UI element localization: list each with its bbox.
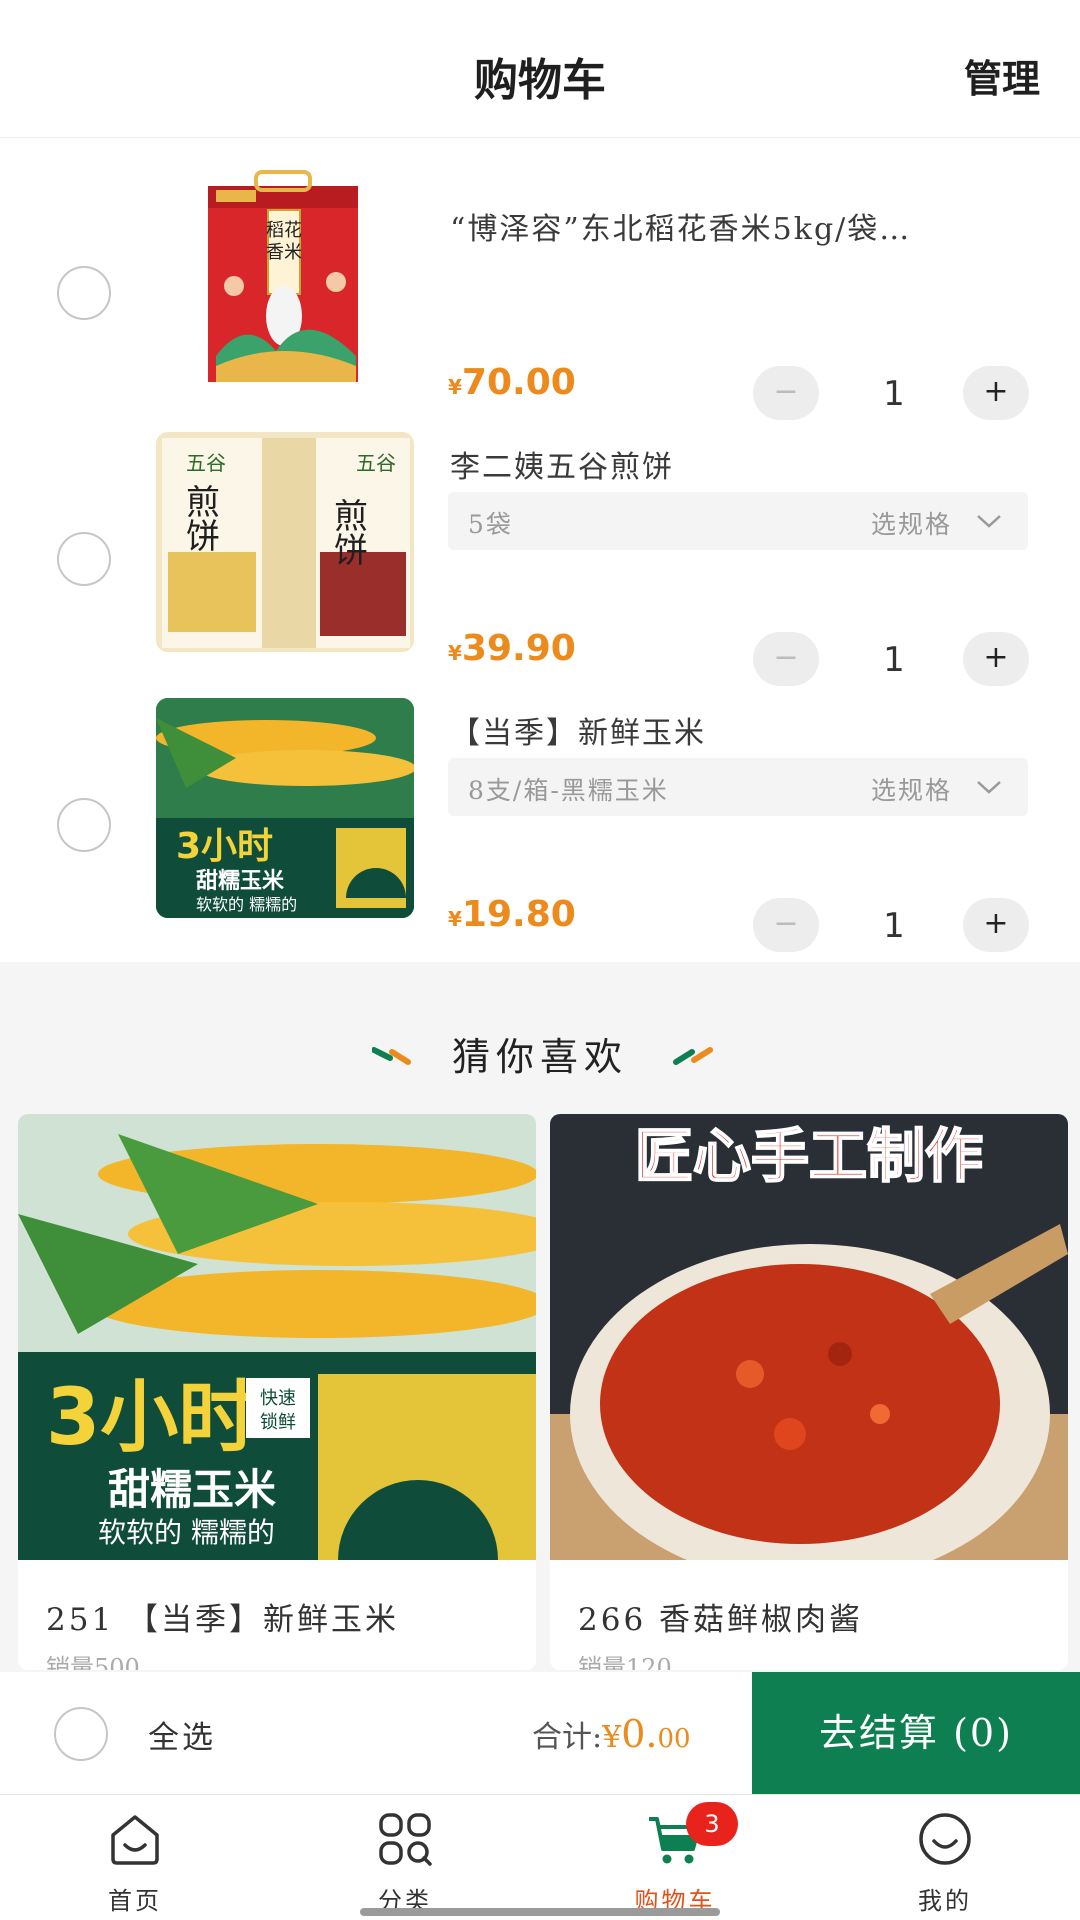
cart-item: 3小时 甜糯玉米 软软的 糯糯的 【当季】新鲜玉米 8支/箱-黑糯玉米 选规格 … — [0, 698, 1080, 964]
tab-label: 我的 — [918, 1887, 972, 1915]
svg-text:五谷: 五谷 — [186, 451, 226, 475]
corn-box-image[interactable]: 3小时 甜糯玉米 软软的 糯糯的 — [156, 698, 414, 918]
select-spec-label: 选规格 — [870, 510, 952, 539]
quantity-value[interactable]: 1 — [864, 906, 924, 946]
chili-sauce-image: 匠心手工制作 — [550, 1114, 1068, 1560]
svg-text:五谷: 五谷 — [356, 451, 396, 475]
svg-text:香米: 香米 — [266, 242, 302, 263]
tab-cart[interactable]: 购物车 — [540, 1795, 810, 1920]
manage-button[interactable]: 管理 — [964, 48, 1040, 103]
product-name: 251 【当季】新鲜玉米 — [46, 1602, 400, 1638]
bottom-tab-bar: 首页 分类 购物车 我的 — [0, 1794, 1080, 1920]
rice-bag-image[interactable]: 稻花 香米 — [156, 166, 414, 386]
chevron-down-icon — [977, 515, 1001, 528]
product-sales: 销量120 — [578, 1654, 672, 1670]
category-icon — [379, 1813, 432, 1866]
svg-text:饼: 饼 — [186, 517, 220, 557]
item-title[interactable]: 【当季】新鲜玉米 — [450, 708, 1030, 752]
spec-selector[interactable]: 5袋 选规格 — [448, 492, 1028, 550]
cart-item: 五谷 煎 饼 五谷 煎 饼 李二姨五谷煎饼 5袋 选规格 ¥39.90 − 1 … — [0, 432, 1080, 698]
item-title[interactable]: 李二姨五谷煎饼 — [450, 442, 1030, 486]
decor-stripes-icon — [673, 1047, 713, 1065]
cart-item: 稻花 香米 “博泽容”东北稻花香米5kg/袋… ¥70.00 − 1 + — [0, 166, 1080, 432]
header-bar: 购物车 管理 — [0, 0, 1080, 138]
home-indicator — [360, 1908, 720, 1916]
item-price: ¥19.80 — [448, 894, 576, 935]
increase-qty-button[interactable]: + — [963, 632, 1029, 686]
cart-count-badge: 3 — [686, 1802, 738, 1846]
checkout-button[interactable]: 去结算 (0) — [752, 1672, 1080, 1794]
spec-selector[interactable]: 8支/箱-黑糯玉米 选规格 — [448, 758, 1028, 816]
spec-value: 8支/箱-黑糯玉米 — [468, 776, 669, 805]
product-card[interactable]: 匠心手工制作 266 香菇鲜椒肉酱 销量120 — [550, 1114, 1068, 1670]
increase-qty-button[interactable]: + — [963, 366, 1029, 420]
svg-text:甜糯玉米: 甜糯玉米 — [108, 1465, 276, 1514]
svg-text:3小时: 3小时 — [46, 1373, 256, 1463]
item-select-radio[interactable] — [57, 266, 111, 320]
quantity-value[interactable]: 1 — [864, 640, 924, 680]
total-amount: 合计:¥0.00 — [532, 1712, 691, 1756]
select-all-radio[interactable] — [54, 1707, 108, 1761]
svg-text:快速: 快速 — [260, 1388, 296, 1409]
item-select-radio[interactable] — [57, 798, 111, 852]
home-icon — [111, 1815, 159, 1865]
increase-qty-button[interactable]: + — [963, 898, 1029, 952]
svg-text:锁鲜: 锁鲜 — [260, 1412, 296, 1433]
svg-text:甜糯玉米: 甜糯玉米 — [196, 868, 285, 894]
tab-home[interactable]: 首页 — [0, 1795, 270, 1920]
cart-list: 稻花 香米 “博泽容”东北稻花香米5kg/袋… ¥70.00 − 1 + 五谷 … — [0, 138, 1080, 962]
recommend-section: 猜你喜欢 3小时 快速 锁鲜 甜糯玉米 软软的 糯糯的 251 【当季】新鲜玉米… — [0, 962, 1080, 1672]
page-title: 购物车 — [474, 55, 606, 106]
tab-profile[interactable]: 我的 — [810, 1795, 1080, 1920]
select-all-label[interactable]: 全选 — [148, 1712, 216, 1757]
product-sales: 销量500 — [46, 1654, 140, 1670]
svg-text:软软的 糯糯的: 软软的 糯糯的 — [196, 895, 297, 914]
spec-value: 5袋 — [468, 510, 513, 539]
checkout-bar: 全选 合计:¥0.00 去结算 (0) — [0, 1672, 1080, 1794]
recommend-header: 猜你喜欢 — [0, 1026, 1080, 1086]
item-title[interactable]: “博泽容”东北稻花香米5kg/袋… — [450, 204, 1030, 248]
profile-icon — [919, 1813, 971, 1865]
select-spec-label: 选规格 — [870, 776, 952, 805]
tab-category[interactable]: 分类 — [270, 1795, 540, 1920]
product-card[interactable]: 3小时 快速 锁鲜 甜糯玉米 软软的 糯糯的 251 【当季】新鲜玉米 销量50… — [18, 1114, 536, 1670]
svg-text:匠心手工制作: 匠心手工制作 — [635, 1122, 983, 1190]
svg-text:3小时: 3小时 — [176, 826, 273, 867]
tab-label: 首页 — [108, 1887, 162, 1915]
recommend-title: 猜你喜欢 — [451, 1035, 628, 1079]
svg-text:稻花: 稻花 — [266, 220, 302, 241]
item-select-radio[interactable] — [57, 532, 111, 586]
decrease-qty-button[interactable]: − — [753, 366, 819, 420]
product-name: 266 香菇鲜椒肉酱 — [578, 1602, 864, 1638]
corn-box-image: 3小时 快速 锁鲜 甜糯玉米 软软的 糯糯的 — [18, 1114, 536, 1560]
pancake-packs-image[interactable]: 五谷 煎 饼 五谷 煎 饼 — [156, 432, 414, 652]
chevron-down-icon — [977, 781, 1001, 794]
quantity-value[interactable]: 1 — [864, 374, 924, 414]
decrease-qty-button[interactable]: − — [753, 898, 819, 952]
item-price: ¥39.90 — [448, 628, 576, 669]
item-price: ¥70.00 — [448, 362, 576, 403]
decrease-qty-button[interactable]: − — [753, 632, 819, 686]
svg-text:软软的 糯糯的: 软软的 糯糯的 — [98, 1516, 275, 1549]
svg-text:饼: 饼 — [334, 531, 368, 571]
